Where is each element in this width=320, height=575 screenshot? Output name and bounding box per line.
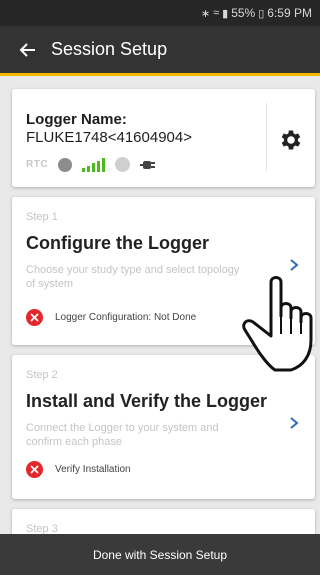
logger-name-label: Logger Name:	[26, 111, 127, 128]
plug-icon	[140, 160, 156, 169]
wifi-icon: ≈	[213, 7, 220, 19]
step-label: Step 2	[26, 369, 58, 381]
step-title: Install and Verify the Logger	[26, 391, 268, 411]
rtc-status-dot	[58, 157, 73, 172]
step-label: Step 3	[26, 523, 58, 534]
step-status: Verify Installation	[26, 461, 131, 478]
page-title: Session Setup	[51, 39, 168, 59]
gear-icon	[281, 130, 301, 150]
done-session-setup-button[interactable]: Done with Session Setup	[0, 534, 320, 575]
tap-hand-icon	[242, 276, 313, 372]
chevron-right-icon[interactable]	[286, 257, 302, 273]
step-3-card[interactable]: Step 3	[12, 509, 315, 534]
step-2-card[interactable]: Step 2 Install and Verify the Logger Con…	[12, 355, 315, 499]
battery-icon: ▯	[258, 7, 265, 20]
step-label: Step 1	[26, 211, 58, 223]
error-icon	[26, 461, 43, 478]
logger-settings-button[interactable]	[278, 127, 304, 153]
main-content[interactable]: Logger Name: FLUKE1748<41604904> RTC Ste…	[0, 79, 320, 534]
rtc-label: RTC	[26, 159, 49, 170]
step-status-text: Verify Installation	[55, 464, 131, 475]
chevron-right-icon[interactable]	[286, 415, 302, 431]
logger-name-value: FLUKE1748<41604904>	[26, 129, 192, 146]
signal-icon: ▮	[222, 7, 229, 20]
app-bar: Session Setup	[0, 26, 320, 76]
signal-strength-icon	[82, 157, 106, 172]
step-status: Logger Configuration: Not Done	[26, 309, 196, 326]
connection-status-dot	[115, 157, 131, 172]
bluetooth-icon: ∗	[200, 7, 211, 20]
back-button[interactable]	[0, 25, 56, 75]
step-status-text: Logger Configuration: Not Done	[55, 312, 197, 323]
card-divider	[266, 103, 267, 171]
clock: 6:59 PM	[267, 6, 312, 20]
error-icon	[26, 309, 43, 326]
status-bar: ∗ ≈ ▮ 55% ▯ 6:59 PM	[0, 0, 320, 26]
battery-percent: 55%	[231, 6, 256, 20]
logger-card: Logger Name: FLUKE1748<41604904> RTC	[12, 89, 315, 187]
step-description: Choose your study type and select topolo…	[26, 264, 240, 290]
step-description: Connect the Logger to your system and co…	[26, 422, 219, 448]
arrow-left-icon	[19, 42, 35, 57]
step-title: Configure the Logger	[26, 233, 209, 253]
done-button-label: Done with Session Setup	[92, 547, 228, 562]
logger-status-indicators: RTC	[26, 157, 156, 172]
